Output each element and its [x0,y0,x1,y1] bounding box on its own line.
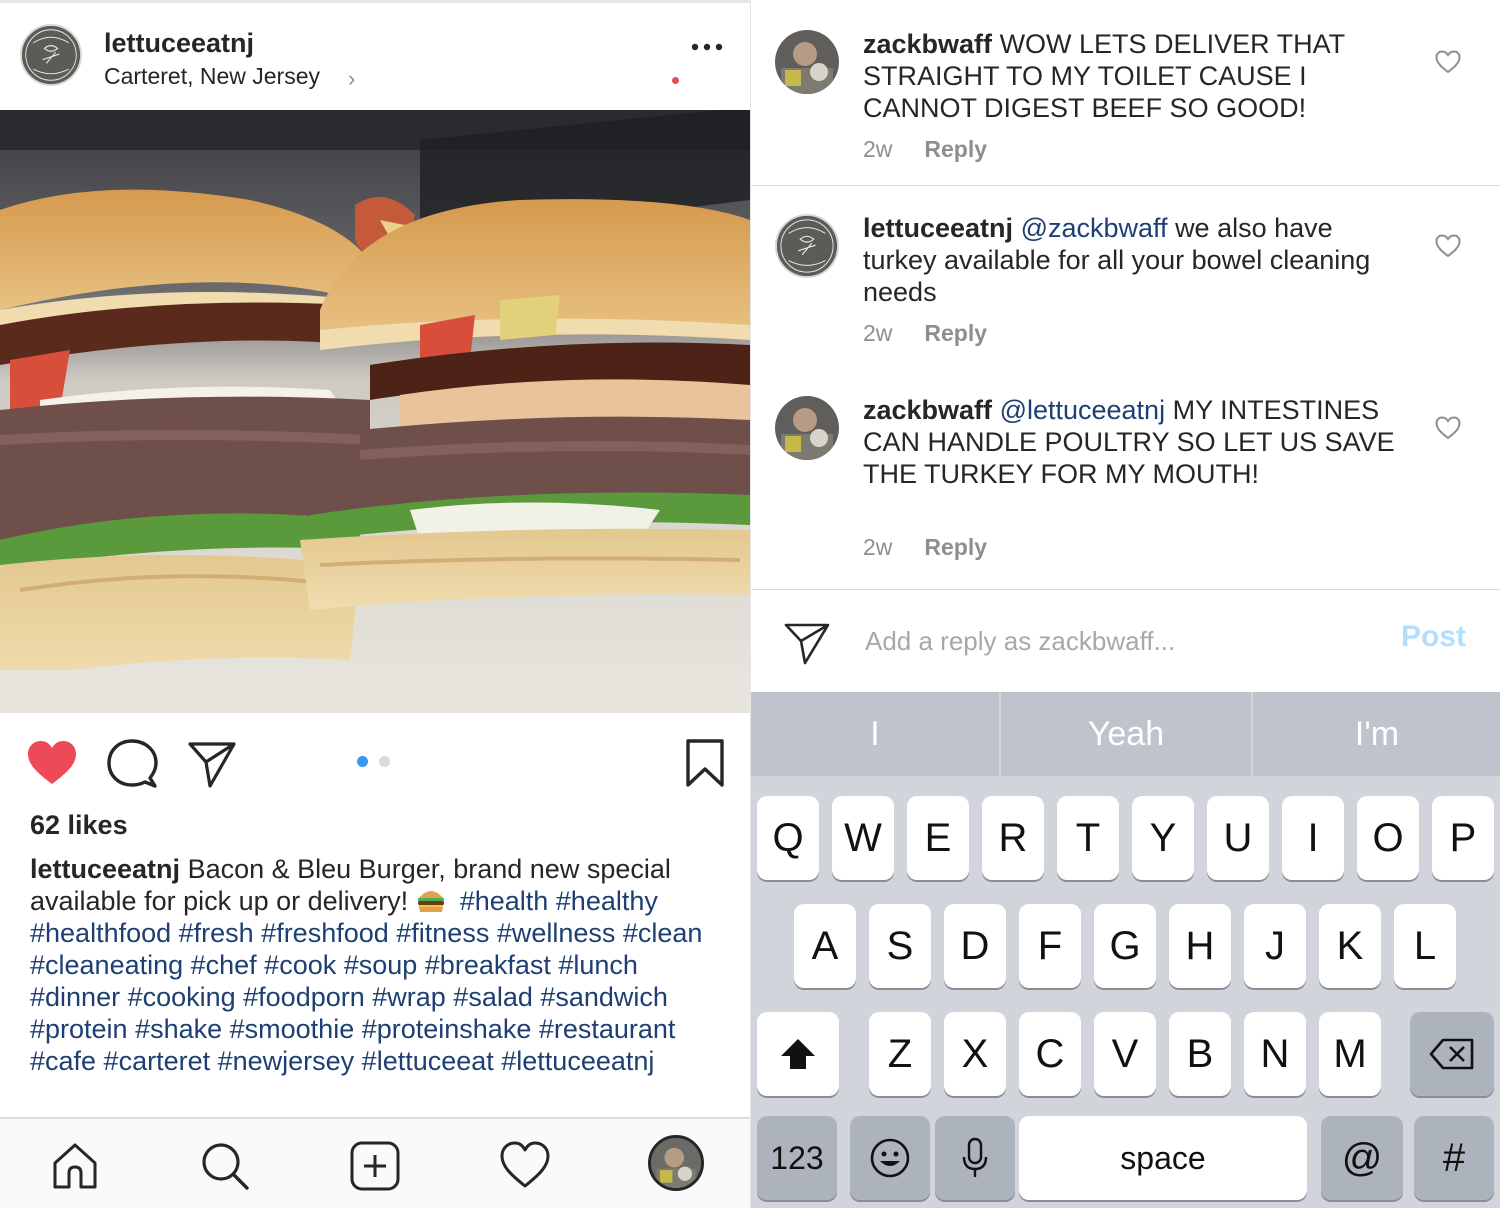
suggestion-item[interactable]: I [751,692,999,776]
caption-username[interactable]: lettuceeatnj [30,854,180,884]
hamburger-emoji-icon [418,891,445,912]
plus-square-icon[interactable] [349,1141,401,1191]
comment-meta: 2w Reply [863,136,987,163]
key-a[interactable]: A [794,904,856,988]
microphone-icon [962,1137,988,1177]
comment-username[interactable]: zackbwaff [863,29,992,59]
key-m[interactable]: M [1319,1012,1381,1096]
key-g[interactable]: G [1094,904,1156,988]
dictation-key[interactable] [935,1116,1015,1200]
space-key[interactable]: space [1019,1116,1307,1200]
comments-panel: zackbwaff WOW LETS DELIVER THAT STRAIGHT… [750,0,1500,1208]
comment-text-block: lettuceeatnj @zackbwaff we also have tur… [863,212,1403,308]
key-x[interactable]: X [944,1012,1006,1096]
key-k[interactable]: K [1319,904,1381,988]
likes-count[interactable]: 62 likes [30,810,128,841]
key-v[interactable]: V [1094,1012,1156,1096]
post-action-bar [0,730,750,790]
ellipsis-icon[interactable] [690,40,724,54]
hash-key[interactable]: # [1414,1116,1494,1200]
commenter-avatar[interactable] [775,396,839,460]
profile-tab-avatar[interactable] [648,1135,704,1191]
post-photo[interactable] [0,110,750,713]
post-caption: lettuceeatnj Bacon & Bleu Burger, brand … [30,853,730,1077]
comment-text-block: zackbwaff WOW LETS DELIVER THAT STRAIGHT… [863,28,1403,124]
shift-arrow-icon [781,1039,815,1069]
bottom-tab-bar [0,1117,750,1208]
key-z[interactable]: Z [869,1012,931,1096]
carousel-dot [379,756,390,767]
key-o[interactable]: O [1357,796,1419,880]
speech-bubble-icon[interactable] [106,738,158,790]
chevron-right-icon: › [348,66,356,91]
heart-filled-icon[interactable] [26,740,78,786]
post-author-avatar[interactable] [20,24,82,86]
delete-key[interactable] [1410,1012,1494,1096]
at-key[interactable]: @ [1321,1116,1403,1200]
reply-button[interactable]: Reply [924,136,987,162]
key-w[interactable]: W [832,796,894,880]
onscreen-keyboard: I Yeah I'm Q W E R T Y U I O P A S D F G… [751,692,1500,1208]
backspace-icon [1429,1038,1474,1070]
comment-mention[interactable]: @lettuceeatnj [1000,395,1166,425]
commenter-avatar[interactable] [775,30,839,94]
numbers-key[interactable]: 123 [757,1116,837,1200]
heart-outline-icon[interactable] [499,1141,551,1191]
home-icon[interactable] [50,1141,100,1191]
suggestion-item[interactable]: Yeah [1001,692,1251,776]
shift-key[interactable] [757,1012,839,1096]
post-location[interactable]: Carteret, New Jersey [104,63,320,90]
predictive-text-bar: I Yeah I'm [751,692,1500,776]
status-divider [0,0,750,3]
comment-username[interactable]: lettuceeatnj [863,213,1013,243]
key-p[interactable]: P [1432,796,1494,880]
key-q[interactable]: Q [757,796,819,880]
key-i[interactable]: I [1282,796,1344,880]
comment-like-icon[interactable] [1435,234,1461,258]
carousel-indicator [357,756,397,768]
comment-meta: 2w Reply [863,534,987,561]
carousel-dot-active [357,756,368,767]
notification-dot [672,77,679,84]
comment-time: 2w [863,320,893,346]
bookmark-icon[interactable] [684,738,726,788]
paper-plane-icon[interactable] [783,620,831,666]
key-f[interactable]: F [1019,904,1081,988]
key-h[interactable]: H [1169,904,1231,988]
key-s[interactable]: S [869,904,931,988]
key-r[interactable]: R [982,796,1044,880]
comment-like-icon[interactable] [1435,50,1461,74]
key-u[interactable]: U [1207,796,1269,880]
comment-meta: 2w Reply [863,320,987,347]
reply-input[interactable] [865,620,1385,662]
comment-like-icon[interactable] [1435,416,1461,440]
key-e[interactable]: E [907,796,969,880]
reply-composer: Post [751,589,1500,692]
key-d[interactable]: D [944,904,1006,988]
key-l[interactable]: L [1394,904,1456,988]
post-reply-button[interactable]: Post [1401,620,1466,654]
post-author-username[interactable]: lettuceeatnj [104,28,254,59]
comment-text-block: zackbwaff @lettuceeatnj MY INTESTINES CA… [863,394,1403,490]
post-panel: lettuceeatnj Carteret, New Jersey › 62 l… [0,0,750,1208]
key-t[interactable]: T [1057,796,1119,880]
key-b[interactable]: B [1169,1012,1231,1096]
smiley-icon [870,1138,910,1178]
comment-mention[interactable]: @zackbwaff [1021,213,1168,243]
key-j[interactable]: J [1244,904,1306,988]
emoji-key[interactable] [850,1116,930,1200]
reply-button[interactable]: Reply [924,534,987,560]
comment-time: 2w [863,136,893,162]
key-n[interactable]: N [1244,1012,1306,1096]
suggestion-item[interactable]: I'm [1253,692,1500,776]
comment-username[interactable]: zackbwaff [863,395,992,425]
reply-button[interactable]: Reply [924,320,987,346]
key-c[interactable]: C [1019,1012,1081,1096]
divider [751,185,1500,186]
search-icon[interactable] [200,1141,250,1191]
key-y[interactable]: Y [1132,796,1194,880]
paper-plane-icon[interactable] [186,738,238,790]
comment-time: 2w [863,534,893,560]
commenter-avatar[interactable] [775,214,839,278]
